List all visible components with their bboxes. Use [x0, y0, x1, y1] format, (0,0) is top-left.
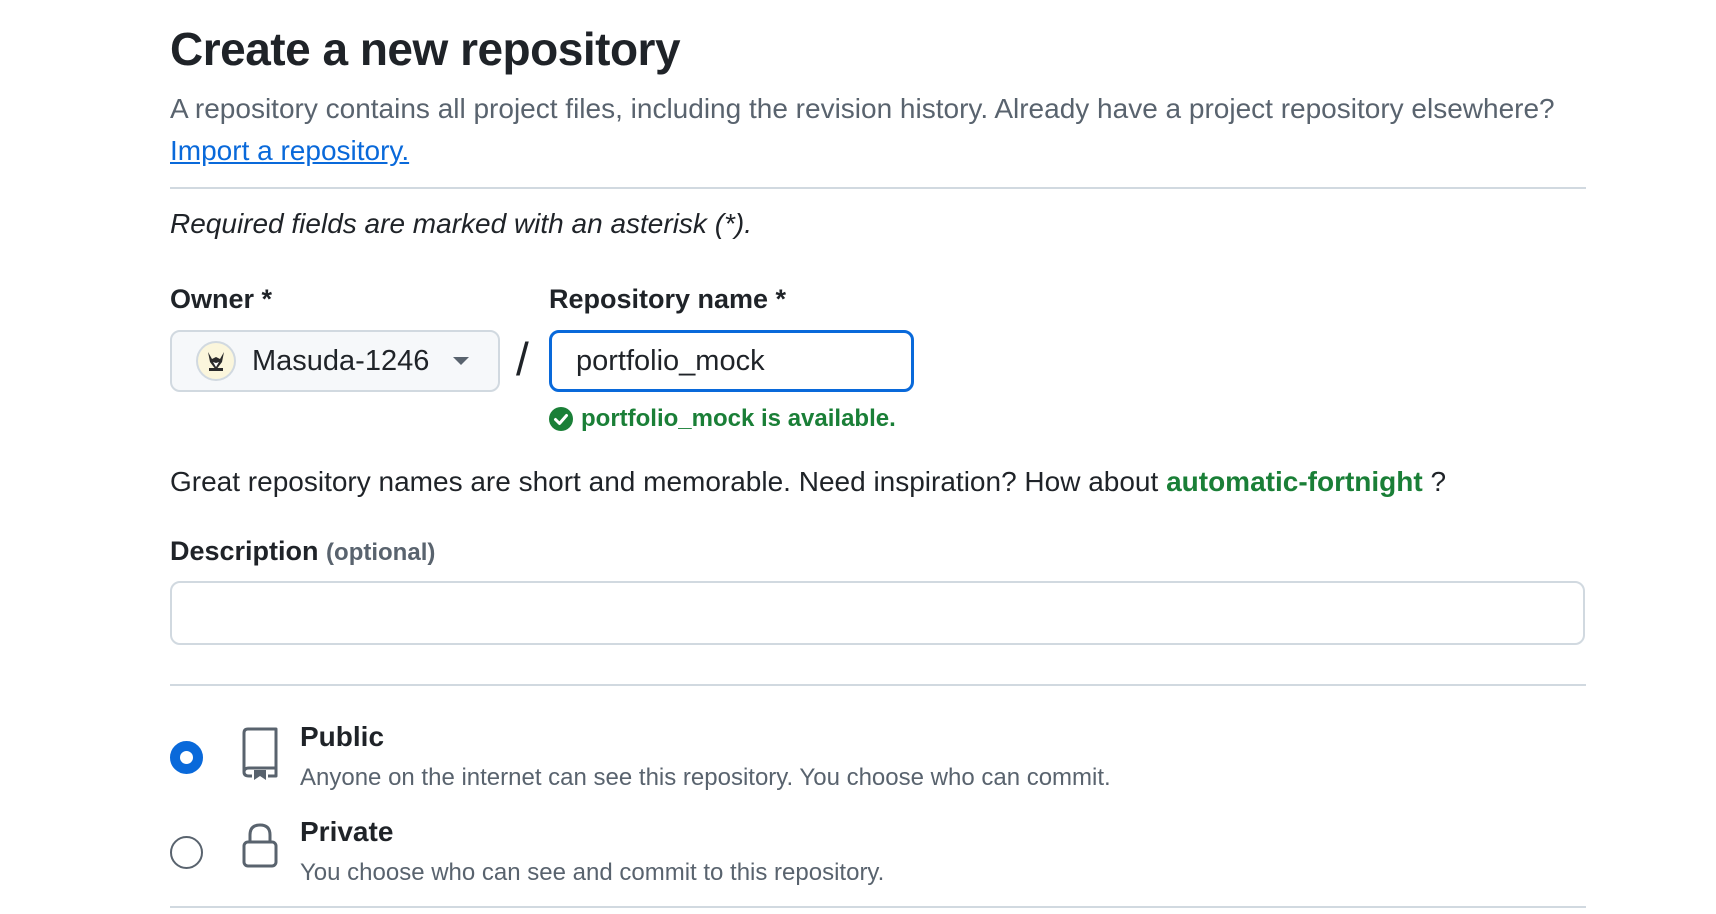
check-circle-icon [549, 407, 573, 431]
create-repo-page: Create a new repository A repository con… [0, 0, 1716, 914]
public-option-description: Anyone on the internet can see this repo… [300, 764, 1111, 791]
public-option-title: Public [300, 721, 385, 752]
owner-name: Masuda-1246 [252, 344, 430, 377]
intro-text: A repository contains all project files,… [170, 88, 1590, 172]
repository-name-label: Repository name * [549, 284, 787, 314]
availability-message: portfolio_mock is available. [549, 405, 896, 433]
availability-text: portfolio_mock is available. [581, 405, 896, 432]
repository-name-input[interactable] [549, 330, 914, 392]
import-repository-link[interactable]: Import a repository. [170, 135, 409, 166]
description-label: Description (optional) [170, 536, 435, 567]
header-divider [170, 187, 1586, 189]
fox-avatar-icon [196, 341, 236, 381]
suggested-name-link[interactable]: automatic-fortnight [1166, 466, 1423, 497]
lock-icon [240, 822, 280, 875]
inspiration-suffix: ? [1430, 466, 1447, 497]
description-divider [170, 684, 1586, 686]
description-label-text: Description [170, 536, 319, 566]
name-inspiration: Great repository names are short and mem… [170, 466, 1446, 498]
private-radio[interactable] [170, 836, 203, 869]
visibility-divider [170, 906, 1586, 908]
intro-description: A repository contains all project files,… [170, 93, 1555, 124]
inspiration-text: Great repository names are short and mem… [170, 466, 1159, 497]
chevron-down-icon [453, 357, 470, 365]
private-option-title: Private [300, 816, 394, 847]
repo-icon [240, 726, 280, 785]
owner-dropdown[interactable]: Masuda-1246 [170, 330, 500, 392]
private-option-description: You choose who can see and commit to thi… [300, 859, 885, 886]
required-fields-note: Required fields are marked with an aster… [170, 208, 753, 239]
owner-label: Owner * [170, 284, 273, 314]
public-radio[interactable] [170, 741, 203, 774]
optional-marker: (optional) [326, 539, 436, 566]
page-title: Create a new repository [170, 23, 681, 75]
description-input[interactable] [170, 581, 1585, 645]
owner-repo-separator: / [516, 333, 529, 385]
